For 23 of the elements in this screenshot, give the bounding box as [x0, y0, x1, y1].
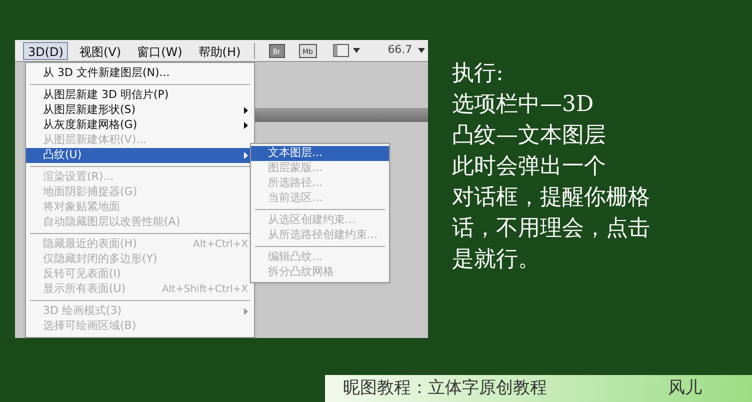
- menu-bar-item[interactable]: 视图(V): [74, 42, 126, 60]
- note-line: 选项栏中—3D: [452, 91, 595, 119]
- note-line: 对话框，提醒你栅格: [452, 184, 650, 212]
- menu-item[interactable]: 文本图层...: [251, 146, 389, 161]
- zoom-dropdown[interactable]: 66.7: [388, 42, 426, 59]
- caret-icon: [352, 48, 360, 53]
- note-line: 此时会弹出一个: [452, 153, 607, 181]
- note-line: 话，不用理会，点击: [452, 215, 650, 243]
- menu-item[interactable]: 从 3D 文件新建图层(N)...: [26, 66, 254, 81]
- menu-bar-item[interactable]: 窗口(W): [132, 42, 188, 60]
- footer-title: 昵图教程：立体字原创教程: [343, 376, 547, 400]
- arrange-documents-button[interactable]: [332, 44, 360, 57]
- menu-item[interactable]: 从图层新建形状(S): [26, 103, 254, 118]
- menu-item[interactable]: 从图层新建 3D 明信片(P): [26, 88, 254, 103]
- menu-bar-item[interactable]: 帮助(H): [193, 42, 246, 60]
- menu-item[interactable]: 从灰度新建网格(G): [26, 118, 254, 133]
- caret-icon: [418, 48, 426, 53]
- footer-author: 风儿: [668, 376, 702, 400]
- note-line: 执行:: [452, 60, 504, 88]
- menu-bar-item[interactable]: 3D(D): [23, 42, 68, 60]
- note-line: 是就行。: [452, 246, 541, 274]
- window-layout-icon: [332, 44, 349, 57]
- note-line: 凸纹—文本图层: [452, 122, 607, 150]
